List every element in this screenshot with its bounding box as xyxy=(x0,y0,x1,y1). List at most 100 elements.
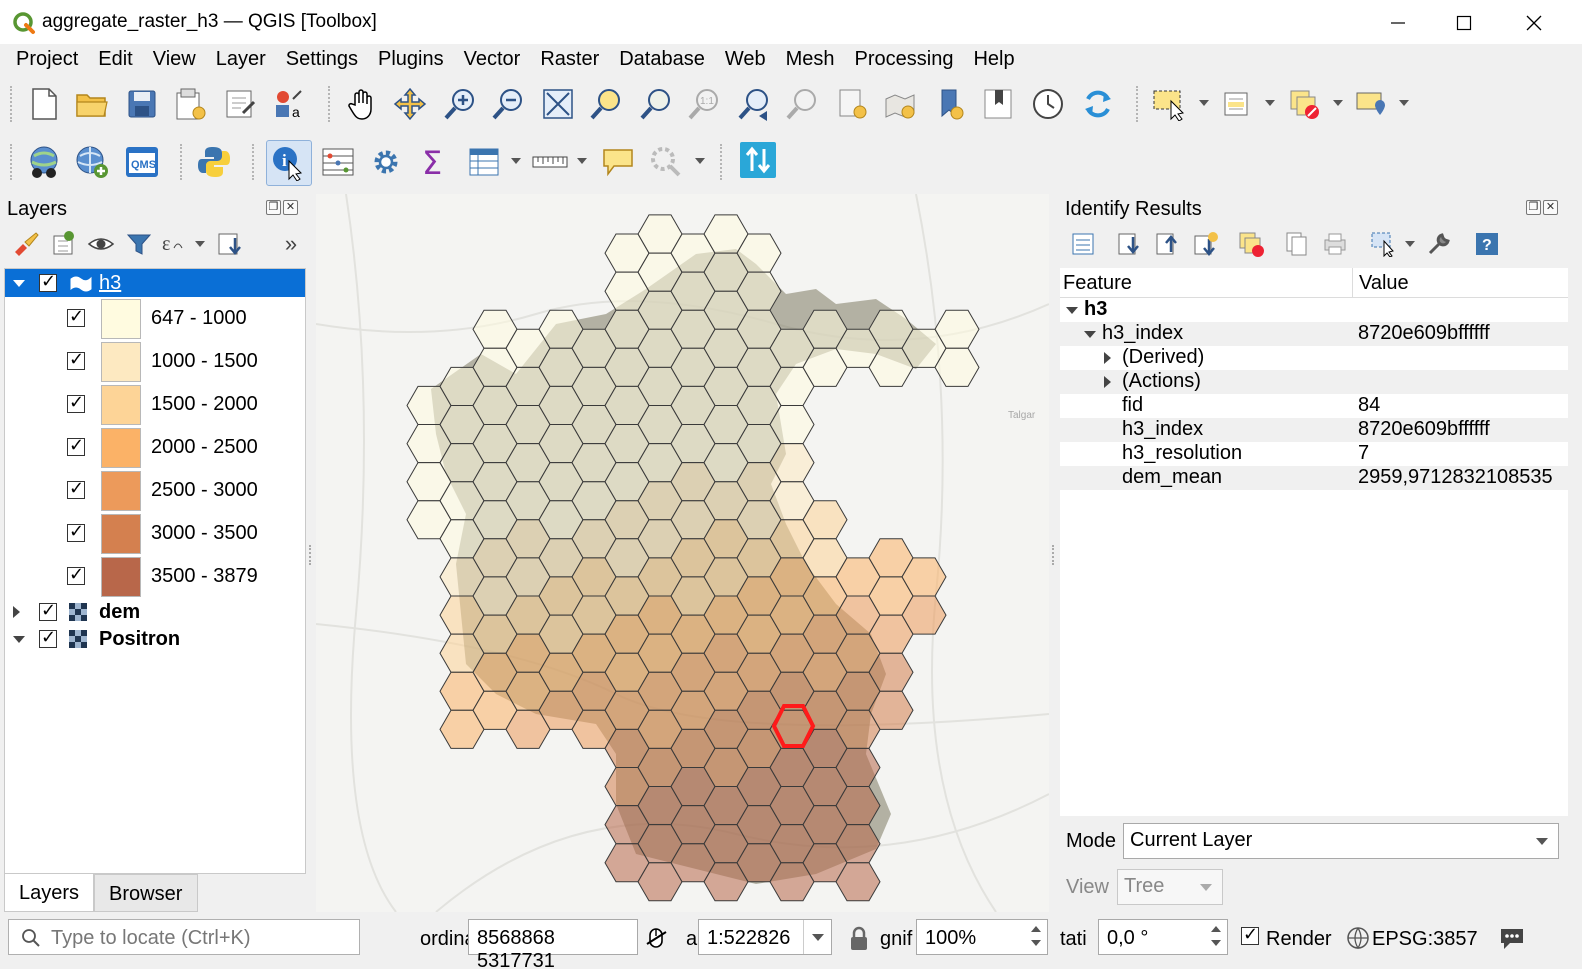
mode-select[interactable]: Current Layer xyxy=(1123,823,1559,859)
pan-to-selection-button[interactable] xyxy=(390,84,430,124)
messages-icon[interactable] xyxy=(1498,924,1526,952)
locator-search-field[interactable]: Type to locate (Ctrl+K) xyxy=(8,919,360,955)
legend-item[interactable]: 1500 - 2000 xyxy=(5,383,305,426)
legend-item[interactable]: 3000 - 3500 xyxy=(5,512,305,555)
legend-item[interactable]: 3500 - 3879 xyxy=(5,555,305,598)
processing-toolbox-button[interactable] xyxy=(366,142,406,182)
zoom-full-button[interactable] xyxy=(538,84,578,124)
result-row-derived[interactable]: (Derived) xyxy=(1060,346,1568,370)
scale-combo[interactable]: 1:522826 xyxy=(698,919,832,955)
result-row-attribute[interactable]: h3_index 8720e609bffffff xyxy=(1060,418,1568,442)
legend-item[interactable]: 647 - 1000 xyxy=(5,297,305,340)
toolbar-grip[interactable] xyxy=(252,144,256,180)
zoom-native-button[interactable]: 1:1 xyxy=(684,84,724,124)
identify-features-button[interactable]: i xyxy=(266,140,312,186)
python-console-button[interactable] xyxy=(194,142,234,182)
menu-settings[interactable]: Settings xyxy=(276,44,368,74)
result-row-layer[interactable]: h3 xyxy=(1060,298,1568,322)
result-row-actions[interactable]: (Actions) xyxy=(1060,370,1568,394)
open-attribute-table-button[interactable] xyxy=(464,142,504,182)
new-project-button[interactable] xyxy=(24,84,64,124)
collapse-arrow-icon[interactable] xyxy=(1066,307,1078,314)
layer-name-dem[interactable]: dem xyxy=(99,601,140,624)
view-select[interactable]: Tree xyxy=(1117,869,1223,905)
zoom-to-layer-button[interactable] xyxy=(636,84,676,124)
legend-checkbox[interactable] xyxy=(67,349,85,370)
legend-checkbox[interactable] xyxy=(67,521,85,542)
menu-plugins[interactable]: Plugins xyxy=(368,44,454,74)
menu-view[interactable]: View xyxy=(143,44,206,74)
toolbar-grip[interactable] xyxy=(1136,86,1140,122)
toolbar-grip[interactable] xyxy=(10,144,14,180)
select-features-dropdown[interactable] xyxy=(1198,98,1210,108)
metasearch-button[interactable] xyxy=(24,142,64,182)
legend-checkbox[interactable] xyxy=(67,392,85,413)
add-group-button[interactable] xyxy=(46,226,80,262)
lock-icon[interactable] xyxy=(848,926,870,952)
deselect-dropdown[interactable] xyxy=(1332,98,1344,108)
show-spatial-bookmarks-button[interactable] xyxy=(880,84,920,124)
result-row-attribute[interactable]: dem_mean 2959,9712832108535 xyxy=(1060,466,1568,490)
attributes-toolbar-button[interactable] xyxy=(318,142,358,182)
add-wms-button[interactable] xyxy=(72,142,112,182)
zoom-last-button[interactable] xyxy=(734,84,774,124)
zoom-to-selection-button[interactable] xyxy=(586,84,626,124)
menu-help[interactable]: Help xyxy=(963,44,1024,74)
legend-checkbox[interactable] xyxy=(67,435,85,456)
magnifier-spinbox[interactable]: 100% xyxy=(916,919,1048,955)
layer-row-positron[interactable]: Positron xyxy=(5,625,305,653)
legend-item[interactable]: 2500 - 3000 xyxy=(5,469,305,512)
map-canvas[interactable]: Talgar xyxy=(316,194,1049,912)
result-row-attribute[interactable]: h3_resolution 7 xyxy=(1060,442,1568,466)
crs-label[interactable]: EPSG:3857 xyxy=(1372,928,1478,951)
open-project-button[interactable] xyxy=(72,84,112,124)
menu-processing[interactable]: Processing xyxy=(845,44,964,74)
identify-mode-dropdown[interactable] xyxy=(1404,239,1416,249)
menu-raster[interactable]: Raster xyxy=(530,44,609,74)
spinner-arrows-icon[interactable] xyxy=(1209,920,1225,952)
select-by-location-dropdown[interactable] xyxy=(1398,98,1410,108)
select-by-location-button[interactable] xyxy=(1350,84,1390,124)
scale-dropdown-button[interactable] xyxy=(803,920,831,954)
pan-map-button[interactable] xyxy=(342,84,382,124)
filter-expression-dropdown[interactable] xyxy=(194,239,206,249)
temporal-controller-button[interactable] xyxy=(1028,84,1068,124)
select-features-button[interactable] xyxy=(1150,84,1190,124)
legend-item[interactable]: 1000 - 1500 xyxy=(5,340,305,383)
new-print-layout-button[interactable] xyxy=(170,84,210,124)
column-header-value[interactable]: Value xyxy=(1352,268,1409,298)
collapse-tree-button[interactable] xyxy=(1150,226,1184,262)
manage-map-themes-button[interactable] xyxy=(84,226,118,262)
style-manager-button[interactable]: a xyxy=(268,84,308,124)
layer-row-h3[interactable]: h3 xyxy=(5,269,305,297)
toolbar-grip[interactable] xyxy=(720,144,724,180)
refresh-button[interactable] xyxy=(1078,84,1118,124)
result-row-feature[interactable]: h3_index 8720e609bffffff xyxy=(1060,322,1568,346)
style-panel-button[interactable] xyxy=(8,226,42,262)
identify-settings-button[interactable] xyxy=(1422,226,1456,262)
legend-checkbox[interactable] xyxy=(67,478,85,499)
clear-results-button[interactable] xyxy=(1234,226,1268,262)
locator-tool-button[interactable] xyxy=(646,142,686,182)
menu-vector[interactable]: Vector xyxy=(454,44,531,74)
zoom-next-button[interactable] xyxy=(782,84,822,124)
save-project-button[interactable] xyxy=(122,84,162,124)
column-header-feature[interactable]: Feature xyxy=(1063,272,1132,295)
expand-all-button[interactable] xyxy=(212,226,246,262)
right-splitter-handle[interactable] xyxy=(1052,545,1055,565)
render-checkbox[interactable] xyxy=(1241,924,1259,945)
legend-checkbox[interactable] xyxy=(67,306,85,327)
more-tools-icon[interactable]: » xyxy=(278,226,304,262)
collapse-arrow-icon[interactable] xyxy=(1084,331,1096,338)
minimize-button[interactable] xyxy=(1374,6,1422,40)
show-bookmarks-button[interactable] xyxy=(930,84,970,124)
select-by-value-dropdown[interactable] xyxy=(1264,98,1276,108)
layer-name-positron[interactable]: Positron xyxy=(99,628,180,651)
crs-globe-icon[interactable] xyxy=(1346,926,1370,950)
attribute-table-dropdown[interactable] xyxy=(510,156,522,166)
menu-layer[interactable]: Layer xyxy=(206,44,276,74)
undock-icon[interactable]: ❐ xyxy=(1526,200,1541,215)
layer-name-h3[interactable]: h3 xyxy=(99,272,121,295)
legend-item[interactable]: 2000 - 2500 xyxy=(5,426,305,469)
filter-legend-button[interactable] xyxy=(122,226,156,262)
